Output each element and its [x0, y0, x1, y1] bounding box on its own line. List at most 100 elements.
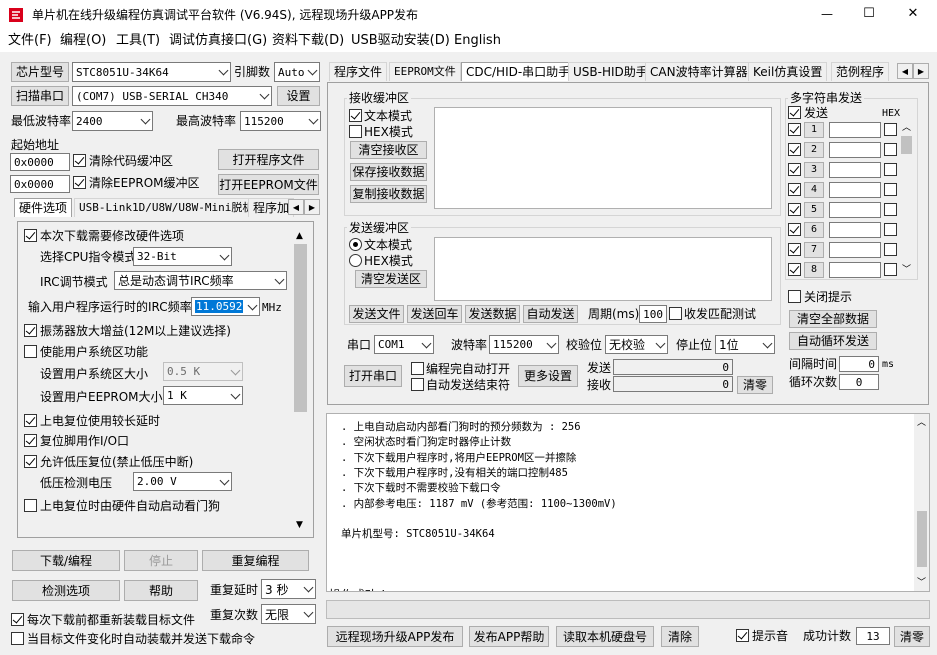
multi-send-all-checkbox[interactable] — [788, 106, 801, 119]
tab-examples[interactable]: 范例程序 — [831, 62, 890, 81]
eeprom-address-input[interactable]: 0x0000 — [10, 175, 70, 193]
period-input[interactable]: 100 — [639, 305, 667, 323]
publish-help-button[interactable]: 发布APP帮助 — [469, 626, 549, 647]
multi-row-input[interactable] — [829, 262, 881, 278]
clear-eeprom-checkbox[interactable] — [73, 176, 86, 189]
multi-row-send-button[interactable]: 4 — [804, 182, 824, 198]
system-area-size-select[interactable]: 0.5 K — [163, 362, 243, 381]
low-voltage-reset-checkbox[interactable] — [24, 455, 37, 468]
multi-string-scrollbar[interactable]: ︿ ﹀ — [899, 121, 914, 277]
irc-mode-select[interactable]: 总是动态调节IRC频率 — [114, 271, 287, 290]
parity-select[interactable]: 无校验 — [605, 335, 668, 354]
multi-row-hex-checkbox[interactable] — [884, 243, 897, 256]
tab-serial-assistant[interactable]: CDC/HID-串口助手 — [461, 62, 576, 81]
reload-file-checkbox[interactable] — [11, 613, 24, 626]
multi-row-send-button[interactable]: 2 — [804, 142, 824, 158]
minimize-button[interactable]: — — [817, 7, 837, 21]
menu-usb-driver[interactable]: USB驱动安装(D) — [351, 32, 450, 50]
tab-program-file[interactable]: 程序文件 — [329, 62, 388, 81]
baud-rate-select[interactable]: 115200 — [489, 335, 559, 354]
multi-row-hex-checkbox[interactable] — [884, 183, 897, 196]
clear-code-checkbox[interactable] — [73, 154, 86, 167]
clear-send-button[interactable]: 清空发送区 — [355, 270, 427, 288]
system-area-checkbox[interactable] — [24, 345, 37, 358]
open-program-file-button[interactable]: 打开程序文件 — [218, 149, 319, 170]
menu-file[interactable]: 文件(F) — [8, 32, 52, 50]
auto-load-checkbox[interactable] — [11, 632, 24, 645]
osc-gain-checkbox[interactable] — [24, 324, 37, 337]
tab-usb-link-offline[interactable]: USB-Link1D/U8W/U8W-Mini脱机 — [74, 198, 259, 217]
clear-receive-button[interactable]: 清空接收区 — [350, 141, 427, 159]
max-baud-select[interactable]: 115200 — [240, 111, 321, 131]
pin-count-select[interactable]: Auto — [274, 62, 320, 82]
multi-row-input[interactable] — [829, 162, 881, 178]
multi-row-input[interactable] — [829, 142, 881, 158]
multi-row-hex-checkbox[interactable] — [884, 163, 897, 176]
send-enter-button[interactable]: 发送回车 — [407, 305, 462, 323]
tab-keil-settings[interactable]: Keil仿真设置 — [748, 62, 828, 81]
multi-row-send-button[interactable]: 6 — [804, 222, 824, 238]
reset-success-count-button[interactable]: 清零 — [894, 626, 930, 647]
scroll-down-icon[interactable]: ▼ — [296, 518, 303, 532]
clear-log-button[interactable]: 清除 — [661, 626, 699, 647]
read-disk-id-button[interactable]: 读取本机硬盘号 — [556, 626, 654, 647]
tab-hardware-options[interactable]: 硬件选项 — [14, 198, 73, 217]
modify-hardware-checkbox[interactable] — [24, 229, 37, 242]
multi-row-send-checkbox[interactable] — [788, 203, 801, 216]
multi-row-send-button[interactable]: 8 — [804, 262, 824, 278]
options-scrollbar[interactable]: ▲ ▼ — [292, 228, 309, 533]
multi-row-send-button[interactable]: 1 — [804, 122, 824, 138]
stop-button[interactable]: 停止 — [124, 550, 198, 571]
tab-eeprom-file[interactable]: EEPROM文件 — [389, 62, 461, 81]
recv-hex-mode-checkbox[interactable] — [349, 125, 362, 138]
tab-scroll-right-icon[interactable]: ▶ — [304, 199, 320, 215]
auto-send-button[interactable]: 自动发送 — [523, 305, 578, 323]
interval-input[interactable]: 0 — [839, 356, 879, 372]
auto-send-end-checkbox[interactable] — [411, 378, 424, 391]
multi-row-hex-checkbox[interactable] — [884, 123, 897, 136]
multi-row-input[interactable] — [829, 202, 881, 218]
scrollbar-thumb[interactable] — [901, 136, 912, 154]
copy-receive-button[interactable]: 复制接收数据 — [350, 185, 427, 203]
send-textarea[interactable] — [434, 237, 772, 301]
scrollbar-thumb[interactable] — [294, 244, 307, 412]
multi-row-send-checkbox[interactable] — [788, 143, 801, 156]
multi-row-input[interactable] — [829, 242, 881, 258]
check-options-button[interactable]: 检测选项 — [12, 580, 120, 601]
tab-scroll-left-icon[interactable]: ◀ — [897, 63, 913, 79]
port-settings-button[interactable]: 设置 — [277, 86, 320, 106]
send-hex-mode-radio[interactable] — [349, 254, 362, 267]
multi-row-hex-checkbox[interactable] — [884, 143, 897, 156]
auto-open-checkbox[interactable] — [411, 362, 424, 375]
serial-port-select[interactable]: COM1 — [374, 335, 434, 354]
scroll-down-icon[interactable]: ﹀ — [917, 576, 926, 590]
multi-row-send-checkbox[interactable] — [788, 223, 801, 236]
scroll-up-icon[interactable]: ︿ — [902, 121, 911, 135]
send-data-button[interactable]: 发送数据 — [465, 305, 520, 323]
scrollbar-thumb[interactable] — [917, 511, 927, 567]
chip-model-select[interactable]: STC8051U-34K64 — [72, 62, 231, 82]
multi-row-send-button[interactable]: 3 — [804, 162, 824, 178]
clear-counts-button[interactable]: 清零 — [737, 376, 773, 394]
repeat-count-select[interactable]: 无限 — [261, 604, 316, 624]
multi-row-input[interactable] — [829, 122, 881, 138]
multi-row-input[interactable] — [829, 182, 881, 198]
tab-scroll-right-icon[interactable]: ▶ — [913, 63, 929, 79]
download-program-button[interactable]: 下载/编程 — [12, 550, 120, 571]
tab-usb-hid-assistant[interactable]: USB-HID助手 — [568, 62, 653, 81]
cpu-mode-select[interactable]: 32-Bit — [133, 247, 232, 266]
maximize-button[interactable]: ☐ — [859, 7, 879, 21]
log-scrollbar[interactable]: ︿ ﹀ — [914, 414, 929, 591]
more-settings-button[interactable]: 更多设置 — [518, 365, 578, 387]
multi-row-send-checkbox[interactable] — [788, 263, 801, 276]
por-delay-checkbox[interactable] — [24, 414, 37, 427]
reset-io-checkbox[interactable] — [24, 434, 37, 447]
menu-program[interactable]: 编程(O) — [60, 32, 106, 50]
receive-textarea[interactable] — [434, 107, 772, 209]
scroll-up-icon[interactable]: ▲ — [296, 229, 303, 243]
multi-row-send-checkbox[interactable] — [788, 183, 801, 196]
send-file-button[interactable]: 发送文件 — [349, 305, 404, 323]
code-address-input[interactable]: 0x0000 — [10, 153, 70, 171]
multi-row-send-checkbox[interactable] — [788, 163, 801, 176]
port-select[interactable]: (COM7) USB-SERIAL CH340 — [72, 86, 272, 106]
